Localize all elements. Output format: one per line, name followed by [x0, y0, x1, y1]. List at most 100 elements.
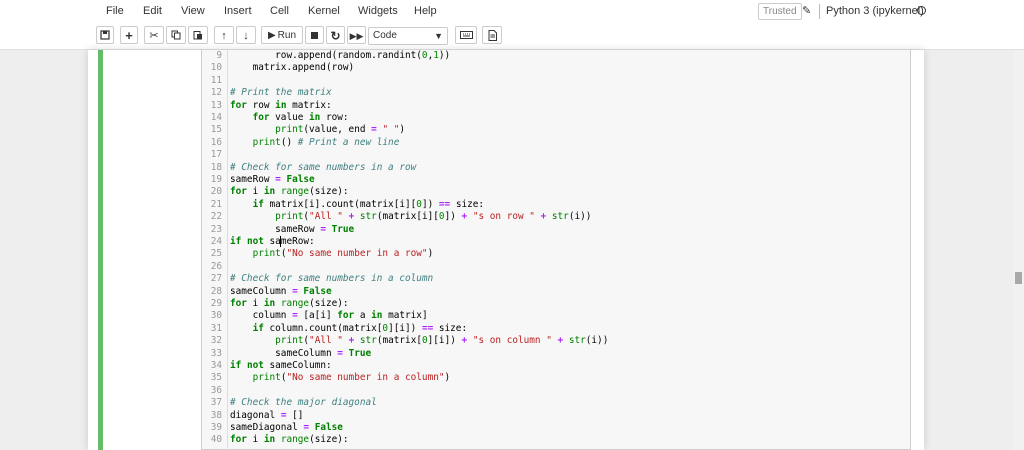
code-line[interactable]: column = [a[i] for a in matrix] [230, 310, 428, 321]
code-line[interactable]: if column.count(matrix[0][i]) == size: [230, 323, 468, 334]
trusted-badge[interactable]: Trusted [758, 3, 802, 20]
add-cell-button[interactable]: + [120, 26, 138, 44]
kernel-divider [819, 4, 820, 19]
code-line[interactable]: sameColumn = True [230, 348, 371, 359]
menu-bar: File Edit View Insert Cell Kernel Widget… [0, 0, 1024, 24]
cell-type-value: Code [373, 30, 397, 41]
scrollbar-track[interactable] [1013, 50, 1024, 450]
line-number: 30 [210, 310, 222, 322]
menu-insert[interactable]: Insert [224, 5, 252, 17]
code-line[interactable]: print("All " + str(matrix[0][i]) + "s on… [230, 335, 608, 346]
line-number: 36 [210, 384, 222, 396]
play-icon: ▶ [267, 30, 276, 41]
scrollbar-thumb[interactable] [1015, 272, 1022, 284]
line-number: 13 [210, 99, 222, 111]
code-line[interactable]: for row in matrix: [230, 100, 332, 111]
line-number: 35 [210, 372, 222, 384]
move-up-button[interactable]: ↑ [214, 26, 234, 44]
cell-type-select[interactable]: Code ▼ [368, 27, 448, 45]
menu-file[interactable]: File [106, 5, 124, 17]
code-line[interactable]: print("No same number in a column") [230, 372, 451, 383]
code-line[interactable]: sameColumn = False [230, 286, 332, 297]
code-line[interactable]: print("No same number in a row") [230, 248, 434, 259]
code-line[interactable]: if not sameColumn: [230, 360, 332, 371]
line-number: 23 [210, 223, 222, 235]
kernel-name[interactable]: Python 3 (ipykernel) [826, 5, 924, 17]
line-number: 10 [210, 62, 222, 74]
stop-icon [311, 31, 318, 39]
line-number: 21 [210, 198, 222, 210]
save-button[interactable] [96, 26, 114, 44]
arrow-up-icon: ↑ [221, 30, 227, 42]
menu-edit[interactable]: Edit [143, 5, 162, 17]
gutter-separator [227, 50, 228, 450]
command-palette-button[interactable] [482, 26, 502, 44]
pencil-icon[interactable]: ✎ [802, 4, 811, 17]
arrow-down-icon: ↓ [243, 30, 249, 42]
code-line[interactable]: row.append(random.randint(0,1)) [230, 50, 450, 61]
line-number: 16 [210, 136, 222, 148]
menu-view[interactable]: View [181, 5, 205, 17]
menu-kernel[interactable]: Kernel [308, 5, 340, 17]
line-number: 24 [210, 236, 222, 247]
menu-help[interactable]: Help [414, 5, 437, 17]
line-number: 32 [210, 335, 222, 347]
code-cell-editor[interactable]: 9 row.append(random.randint(0,1)) 10 matr… [201, 50, 911, 450]
code-line[interactable]: for value in row: [230, 112, 349, 123]
restart-icon: ↻ [330, 29, 341, 43]
code-line[interactable]: sameDiagonal = False [230, 422, 343, 433]
code-line[interactable]: sameRow = True [230, 224, 354, 235]
code-line[interactable]: if matrix[i].count(matrix[i][0]) == size… [230, 199, 484, 210]
code-line[interactable]: print() # Print a new line [230, 137, 400, 148]
cut-button[interactable]: ✂ [144, 26, 164, 44]
code-line[interactable]: print("All " + str(matrix[i][0]) + "s on… [230, 211, 591, 222]
code-line[interactable]: matrix.append(row) [230, 62, 355, 73]
line-number: 34 [210, 360, 222, 371]
code-line[interactable]: for i in range(size): [230, 434, 349, 445]
code-line[interactable]: sameRow = False [230, 174, 315, 185]
line-number: 19 [210, 174, 222, 185]
code-line[interactable]: print(value, end = " ") [230, 124, 405, 135]
move-down-button[interactable]: ↓ [236, 26, 256, 44]
restart-run-all-button[interactable]: ▶▶ [347, 26, 366, 44]
line-number: 40 [210, 434, 222, 446]
command-palette-icon [488, 29, 497, 41]
line-number: 28 [210, 285, 222, 297]
line-number: 25 [210, 248, 222, 260]
scissors-icon: ✂ [149, 30, 159, 42]
code-line[interactable]: for i in range(size): [230, 186, 349, 197]
line-number: 9 [216, 50, 222, 61]
line-number: 31 [210, 322, 222, 334]
run-button[interactable]: ▶ Run [261, 26, 303, 44]
restart-button[interactable]: ↻ [326, 26, 345, 44]
line-number: 33 [210, 347, 222, 359]
menu-widgets[interactable]: Widgets [358, 5, 398, 17]
code-line[interactable]: diagonal = [] [230, 410, 303, 421]
fast-forward-icon: ▶▶ [349, 31, 364, 41]
code-line[interactable]: if not sameRow: [230, 236, 315, 247]
menu-cell[interactable]: Cell [270, 5, 289, 17]
code-line[interactable]: for i in range(size): [230, 298, 349, 309]
line-number: 18 [210, 161, 222, 173]
line-number: 37 [210, 397, 222, 409]
paste-icon [193, 31, 202, 40]
selected-cell-indicator [98, 50, 103, 450]
keyboard-shortcuts-button[interactable] [455, 26, 477, 44]
code-line[interactable]: # Check for same numbers in a column [230, 273, 433, 284]
interrupt-button[interactable] [305, 26, 324, 44]
copy-icon [171, 30, 181, 40]
line-number: 26 [210, 260, 222, 272]
run-label: Run [277, 30, 297, 41]
text-cursor [280, 236, 282, 247]
line-number: 14 [210, 112, 222, 123]
notebook-area: 9 row.append(random.randint(0,1)) 10 matr… [0, 50, 1024, 450]
line-number: 12 [210, 87, 222, 99]
copy-button[interactable] [166, 26, 186, 44]
code-line[interactable]: # Print the matrix [230, 87, 332, 98]
line-number: 29 [210, 298, 222, 309]
line-number: 20 [210, 186, 222, 198]
code-line[interactable]: # Check the major diagonal [230, 397, 377, 408]
line-number: 22 [210, 211, 222, 223]
paste-button[interactable] [188, 26, 208, 44]
code-line[interactable]: # Check for same numbers in a row [230, 162, 416, 173]
